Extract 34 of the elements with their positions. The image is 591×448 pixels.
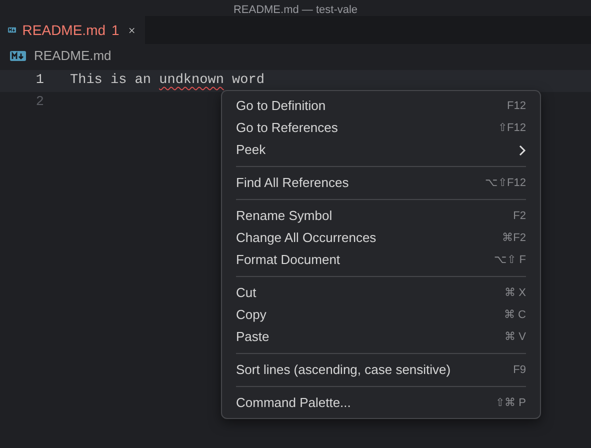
shortcut-label: ⌘ V: [504, 330, 526, 345]
menu-item[interactable]: Go to Definition F12: [222, 95, 540, 117]
menu-item[interactable]: Rename Symbol F2: [222, 205, 540, 227]
shortcut-label: ⌥⇧ F: [494, 252, 526, 268]
menu-item[interactable]: Change All Occurrences ⌘F2: [222, 227, 540, 249]
menu-item[interactable]: Format Document ⌥⇧ F: [222, 249, 540, 271]
shortcut-label: ⌘ X: [504, 286, 526, 301]
menu-item[interactable]: Paste ⌘ V: [222, 326, 540, 348]
menu-item[interactable]: Sort lines (ascending, case sensitive) F9: [222, 359, 540, 381]
shortcut-label: F9: [513, 362, 526, 378]
editor-tab[interactable]: README.md 1: [0, 16, 145, 44]
menu-item[interactable]: Find All References ⌥⇧F12: [222, 172, 540, 194]
shortcut-label: ⇧⌘ P: [496, 396, 526, 411]
shortcut-label: ⌘ C: [504, 308, 526, 323]
line-number: 2: [34, 94, 44, 112]
menu-item[interactable]: Cut ⌘ X: [222, 282, 540, 304]
shortcut-label: ⇧F12: [498, 120, 526, 136]
line-number: 1: [34, 72, 44, 90]
shortcut-label: F2: [513, 208, 526, 224]
menu-item[interactable]: Copy ⌘ C: [222, 304, 540, 326]
problem-count: 1: [112, 20, 120, 40]
menu-item[interactable]: Go to References ⇧F12: [222, 117, 540, 139]
window-title: README.md — test-vale: [233, 4, 358, 16]
shortcut-label: ⌥⇧F12: [485, 176, 526, 191]
tab-label: README.md: [22, 20, 106, 40]
markdown-icon: [10, 51, 26, 61]
menu-item[interactable]: Peek: [222, 139, 540, 161]
breadcrumb-item[interactable]: README.md: [34, 46, 112, 66]
shortcut-label: ⌘F2: [502, 230, 526, 246]
menu-item[interactable]: Command Palette... ⇧⌘ P: [222, 392, 540, 414]
shortcut-label: F12: [507, 98, 526, 114]
code-line: This is an undknown word: [70, 72, 264, 90]
chevron-right-icon: [518, 144, 526, 156]
markdown-icon: [8, 25, 16, 35]
